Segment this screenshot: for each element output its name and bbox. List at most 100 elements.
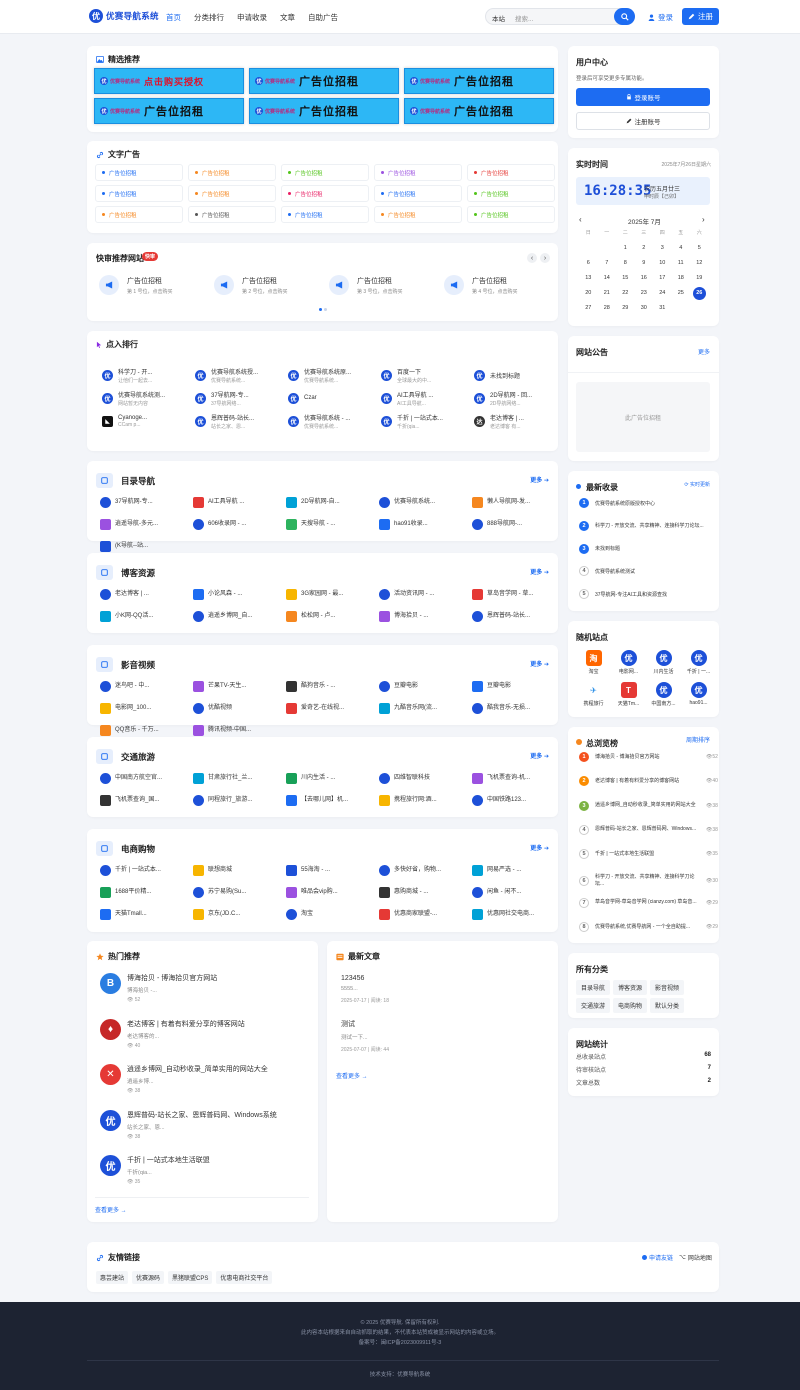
category-site-item[interactable]: 电影网_100...	[100, 697, 193, 719]
notice-ad-slot[interactable]: 此广告位招租	[576, 382, 710, 452]
calendar-prev-button[interactable]: ‹	[579, 215, 582, 224]
hot-more-link[interactable]: 查看更多 →	[95, 1205, 127, 1214]
category-site-item[interactable]: 中国南方航空官...	[100, 767, 193, 789]
friend-link-item[interactable]: 优赛源码	[132, 1271, 165, 1284]
text-ad-item[interactable]: 广告位招租	[281, 185, 369, 202]
category-site-item[interactable]: 博海拾贝 - ...	[379, 605, 472, 627]
category-site-item[interactable]: 豆瓣电影	[379, 675, 472, 697]
category-tag[interactable]: 电商购物	[613, 998, 648, 1013]
category-site-item[interactable]: 优惠商家联盟-...	[379, 903, 472, 925]
text-ad-item[interactable]: 广告位招租	[467, 164, 555, 181]
quick-review-item[interactable]: 广告位招租第 4 号位，点击购买	[438, 275, 553, 295]
calendar-day[interactable]: 25	[672, 290, 691, 296]
text-ad-item[interactable]: 广告位招租	[188, 206, 276, 223]
random-site-item[interactable]: 优 hao91...	[681, 682, 716, 714]
category-site-item[interactable]: 活动资讯网 - ...	[379, 583, 472, 605]
random-site-item[interactable]: 优川内生活	[646, 650, 681, 682]
calendar-day[interactable]: 1	[616, 245, 635, 251]
ranking-site-item[interactable]: 优优赛导航系统授... 优赛导航系统...	[195, 364, 288, 387]
featured-banner[interactable]: 优优赛导航系统 广告位招租	[249, 68, 399, 94]
category-site-item[interactable]: 唯品会vip购...	[286, 881, 379, 903]
category-site-item[interactable]: 惠购商城 - ...	[379, 881, 472, 903]
category-site-item[interactable]: 懒人导航网-发...	[472, 491, 565, 513]
category-site-item[interactable]: 爱奇艺-在线视...	[286, 697, 379, 719]
search-input[interactable]: 搜索...	[515, 13, 533, 23]
nav-self-ads[interactable]: 自助广告	[308, 12, 338, 23]
friend-link-item[interactable]: 黑猪联盟CPS	[168, 1271, 213, 1284]
featured-banner[interactable]: 优优赛导航系统 点击购买授权	[94, 68, 244, 94]
category-site-item[interactable]: 天猫Tmall...	[100, 903, 193, 925]
featured-banner[interactable]: 优优赛导航系统 广告位招租	[404, 68, 554, 94]
category-site-item[interactable]: 逍遥乡博网_自...	[193, 605, 286, 627]
category-more-link[interactable]: 更多 ➔	[530, 751, 549, 760]
calendar-day[interactable]: 4	[672, 245, 691, 251]
nav-home[interactable]: 首页	[166, 12, 181, 23]
ranking-site-item[interactable]: 达老达博客 | ... 老达博客 有...	[474, 410, 567, 433]
realtime-refresh-link[interactable]: ⟳ 实时更新	[684, 481, 710, 488]
search-button[interactable]	[614, 8, 635, 25]
view-ranking-item[interactable]: 2 老达博客 | 有着有料爱分享的博客网站 👁40	[579, 776, 718, 787]
view-ranking-item[interactable]: 8 优赛导航系统,优赛导航网 - 一个全自助提... 👁29	[579, 922, 718, 933]
text-ad-item[interactable]: 广告位招租	[374, 206, 462, 223]
register-account-button[interactable]: 注册账号	[576, 112, 710, 130]
nav-ranking[interactable]: 分类排行	[194, 12, 224, 23]
calendar-day[interactable]: 28	[598, 305, 617, 311]
category-site-item[interactable]: 松松网 - 卢...	[286, 605, 379, 627]
article-item[interactable]: 123456 5555... 2025-07-17 | 阅读: 18	[341, 975, 389, 1004]
carousel-prev-button[interactable]: ‹	[527, 253, 537, 263]
calendar-day[interactable]: 6	[579, 260, 598, 266]
category-site-item[interactable]: 苏宁易购(Su...	[193, 881, 286, 903]
hot-recommend-item[interactable]: 优恩辉普码-站长之家、恩辉普码网、Windows系统 站长之家、恩... 👁 38	[100, 1109, 277, 1140]
ranking-site-item[interactable]: 优优赛导航系统测... 网站暂无内容	[102, 387, 195, 410]
calendar-day[interactable]: 3	[653, 245, 672, 251]
category-site-item[interactable]: 55海淘 - ...	[286, 859, 379, 881]
ranking-site-item[interactable]: 优未找到标题	[474, 364, 567, 387]
text-ad-item[interactable]: 广告位招租	[467, 185, 555, 202]
category-site-item[interactable]: 【去哪儿网】机...	[286, 789, 379, 811]
ranking-site-item[interactable]: 优优赛导航系统 - ... 优赛导航系统...	[288, 410, 381, 433]
random-site-item[interactable]: T 天猫Tm...	[611, 682, 646, 714]
calendar-day[interactable]: 7	[598, 260, 617, 266]
ranking-site-item[interactable]: 优恩辉普码-站长... 站长之家、恩...	[195, 410, 288, 433]
featured-banner[interactable]: 优优赛导航系统 广告位招租	[249, 98, 399, 124]
category-site-item[interactable]: 多快好省，购物...	[379, 859, 472, 881]
category-site-item[interactable]: 同程旅行_旅游...	[193, 789, 286, 811]
article-item[interactable]: 测试 测试一下... 2025-07-07 | 阅读: 44	[341, 1019, 389, 1053]
calendar-day[interactable]: 30	[635, 305, 654, 311]
category-site-item[interactable]: 网易严选 - ...	[472, 859, 565, 881]
category-more-link[interactable]: 更多 ➔	[530, 843, 549, 852]
category-more-link[interactable]: 更多 ➔	[530, 475, 549, 484]
category-site-item[interactable]: 1688平价精...	[100, 881, 193, 903]
category-more-link[interactable]: 更多 ➔	[530, 659, 549, 668]
category-site-item[interactable]: 豆瓣电影	[472, 675, 565, 697]
calendar-day[interactable]: 8	[616, 260, 635, 266]
category-site-item[interactable]: 九酷音乐网(流...	[379, 697, 472, 719]
latest-included-item[interactable]: 5 37导航网-专注AI工具和资源查找	[579, 589, 713, 600]
calendar-day[interactable]: 29	[616, 305, 635, 311]
quick-review-item[interactable]: 广告位招租第 2 号位，点击购买	[208, 275, 323, 295]
category-site-item[interactable]: 小K网-QQ活...	[100, 605, 193, 627]
category-site-item[interactable]: 天搜导航 - ...	[286, 513, 379, 535]
calendar-day[interactable]: 11	[672, 260, 691, 266]
ranking-site-item[interactable]: 优百度一下 全球最大的中...	[381, 364, 474, 387]
text-ad-item[interactable]: 广告位招租	[467, 206, 555, 223]
nav-articles[interactable]: 文章	[280, 12, 295, 23]
latest-included-item[interactable]: 4 优赛导航系统测试	[579, 566, 713, 577]
calendar-day[interactable]: 13	[579, 275, 598, 281]
category-site-item[interactable]: 优酷视频	[193, 697, 286, 719]
ranking-site-item[interactable]: 优科学刀 - 开... 让他们一起去...	[102, 364, 195, 387]
category-site-item[interactable]: 淘宝	[286, 903, 379, 925]
calendar-day[interactable]: 14	[598, 275, 617, 281]
random-site-item[interactable]: 淘淘宝	[576, 650, 611, 682]
category-site-item[interactable]: 川内生活 - ...	[286, 767, 379, 789]
category-site-item[interactable]: 京东(JD.C...	[193, 903, 286, 925]
view-ranking-item[interactable]: 6 科学刀 - 开放交流、共享精神、连接科学刀论坛... 👁30	[579, 874, 718, 888]
notice-more-link[interactable]: 更多	[698, 347, 710, 356]
calendar-day[interactable]: 10	[653, 260, 672, 266]
category-site-item[interactable]: 闲鱼 - 闲不...	[472, 881, 565, 903]
category-site-item[interactable]: 606收录网 - ...	[193, 513, 286, 535]
calendar-day[interactable]: 17	[653, 275, 672, 281]
text-ad-item[interactable]: 广告位招租	[281, 164, 369, 181]
category-site-item[interactable]: 3G家园网 - 最...	[286, 583, 379, 605]
category-site-item[interactable]: 酷我音乐-无损...	[472, 697, 565, 719]
